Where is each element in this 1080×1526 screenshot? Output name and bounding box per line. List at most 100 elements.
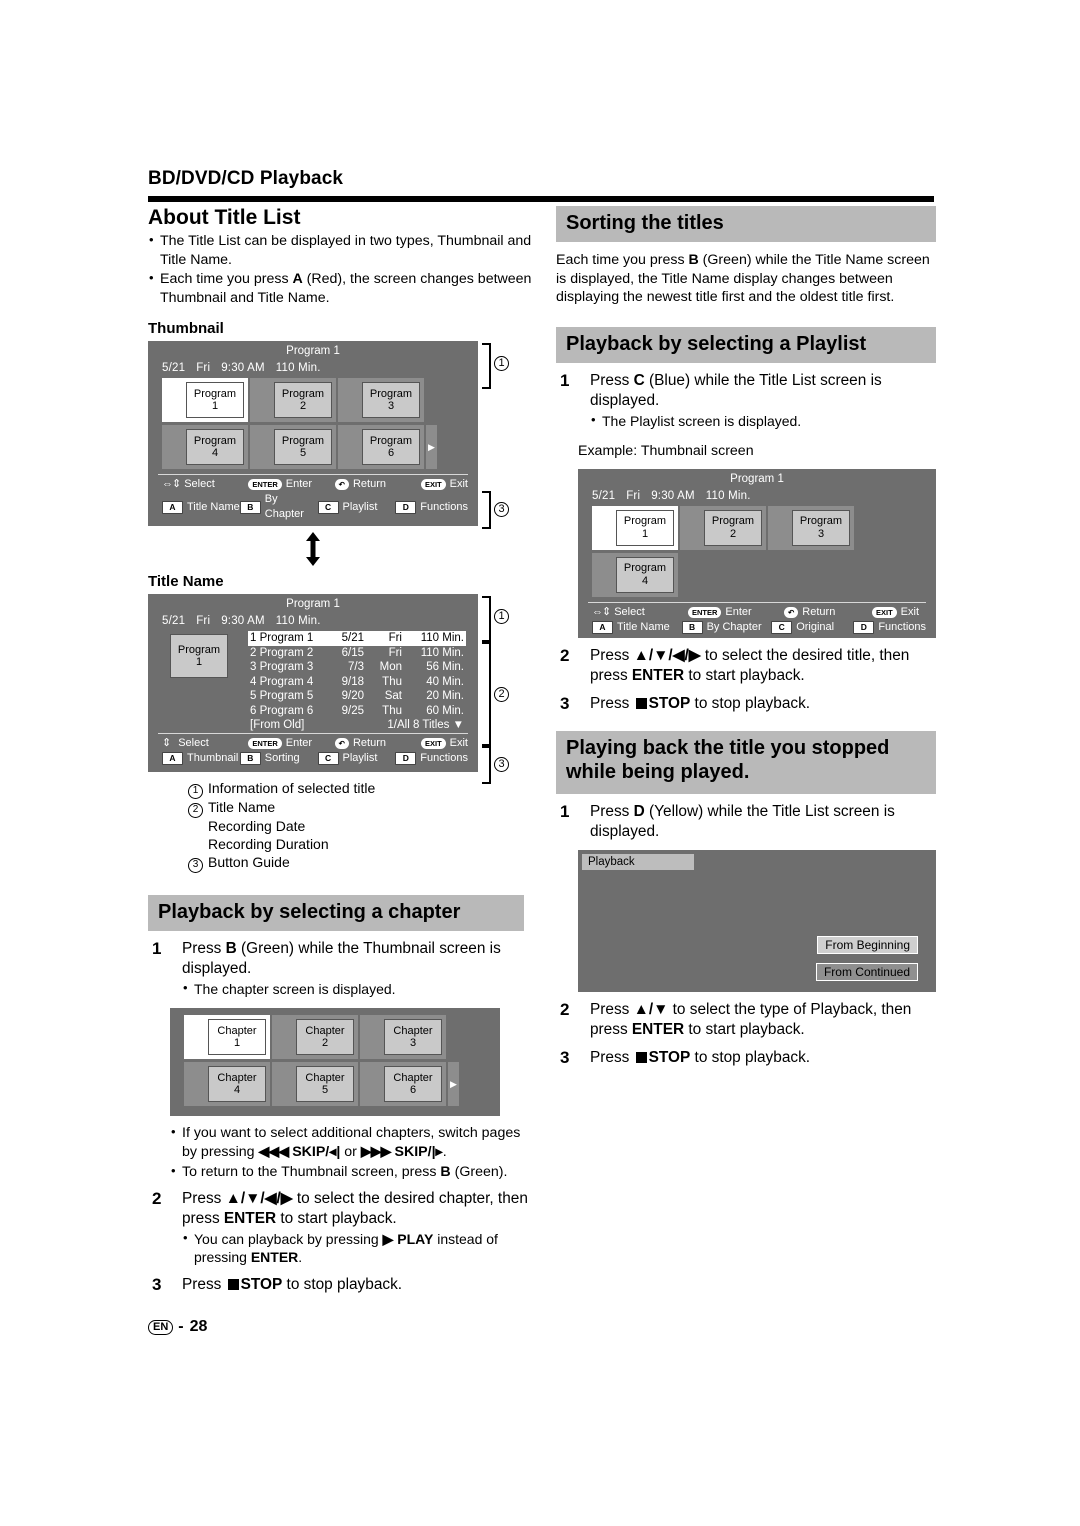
guide-a: A Thumbnail xyxy=(162,751,240,766)
chapter-cell[interactable]: Chapter 2 xyxy=(272,1015,358,1060)
cell-day: Mon xyxy=(379,661,402,674)
chapter-line2: 5 xyxy=(321,1084,329,1097)
thumbnail-cell[interactable]: Program 4 xyxy=(162,425,248,470)
guide-row: ⇔⇕ Select ENTER Enter ↶ Return EXIT Exit xyxy=(592,605,926,620)
section-bar-sorting: Sorting the titles xyxy=(556,206,936,242)
cell-duration: 60 Min. xyxy=(426,704,464,717)
chapter-line1: Chapter xyxy=(393,1025,433,1038)
from-continued-button[interactable]: From Continued xyxy=(815,962,918,981)
legend-text: Button Guide xyxy=(208,853,290,870)
thumb-line1: Program xyxy=(369,435,413,448)
table-row[interactable]: 1 Program 1 5/21 Fri 110 Min. xyxy=(248,630,466,646)
chapter-line2: 4 xyxy=(233,1084,241,1097)
guide-select: ⇔⇕ Select xyxy=(592,605,645,618)
cell-date: 6/15 xyxy=(341,646,364,659)
guide-a: A Title Name xyxy=(592,620,682,635)
thumbnail-cell[interactable]: Program 1 xyxy=(162,378,248,423)
cell-day: Fri xyxy=(388,646,402,659)
section-bar-resume: Playing back the title you stopped while… xyxy=(556,731,936,794)
cell-date: 7/3 xyxy=(348,661,364,674)
chapter-note-bullets: If you want to select additional chapter… xyxy=(170,1123,536,1181)
header-rule xyxy=(148,196,934,202)
button-guide: ⇔⇕ Select ENTER Enter ↶ Return EXIT Exit A Ti… xyxy=(588,601,926,639)
updown-icon: ⇕ xyxy=(162,737,171,750)
screen-info: 5/21 Fri 9:30 AM 110 Min. xyxy=(148,612,478,631)
guide-exit: EXIT Exit xyxy=(420,736,468,751)
guide-select: ⇔⇕ Select xyxy=(162,478,215,491)
thumbnail-grid: Program 1 Program 2 Program 3 Program 4 Prog… xyxy=(148,378,478,472)
guide-select: ⇕ Select xyxy=(162,737,209,750)
d-key-icon: D xyxy=(395,752,417,766)
return-key-icon: ↶ xyxy=(334,738,349,750)
marker-3: 3 xyxy=(494,499,509,518)
thumb-line2: 2 xyxy=(299,400,307,413)
info-date: 5/21 xyxy=(162,362,186,375)
playlist-cell[interactable]: Program 4 xyxy=(592,552,678,597)
table-row[interactable]: 3 Program 3 7/3 Mon 56 Min. xyxy=(248,660,466,675)
guide-row: A Title Name B By Chapter C Playlist D Funct… xyxy=(162,492,468,522)
playlist-cell[interactable]: Program 1 xyxy=(592,505,678,550)
playlist-cell[interactable]: Program 3 xyxy=(768,505,854,550)
guide-b: B By Chapter xyxy=(681,620,772,635)
stop-icon xyxy=(635,1051,647,1063)
step-2: 2 Press ▲/▼/◀/▶ to select the desired ti… xyxy=(560,646,910,685)
cell-date: 9/20 xyxy=(341,690,364,703)
thumb-line1: Program xyxy=(193,435,237,448)
step-1: 1 Press D (Yellow) while the Title List … xyxy=(560,801,895,840)
chapter-cell[interactable]: Chapter 1 xyxy=(184,1015,270,1060)
guide-row: A Thumbnail B Sorting C Playlist D Functions xyxy=(162,751,468,766)
enter-key-icon: ENTER xyxy=(688,606,722,618)
table-row[interactable]: 2 Program 2 6/15 Fri 110 Min. xyxy=(248,646,466,661)
d-key-icon: D xyxy=(395,500,417,514)
chapter-box: Chapter 2 xyxy=(296,1019,354,1056)
chapter-cell[interactable]: Chapter 5 xyxy=(272,1062,358,1107)
guide-enter: ENTER Enter xyxy=(248,477,334,492)
playlist-cell[interactable]: Program 2 xyxy=(680,505,766,550)
next-page-arrow-icon[interactable]: ▶ xyxy=(426,425,437,470)
thumb-line1: Program xyxy=(193,388,237,401)
title-name-thumbnail: Program 1 xyxy=(170,633,228,678)
chapter-line1: Chapter xyxy=(217,1072,257,1085)
thumb-line1: Program xyxy=(281,388,325,401)
guide-d: D Functions xyxy=(853,620,926,635)
thumbnail-cell[interactable]: Program 2 xyxy=(250,378,336,423)
manual-page: BD/DVD/CD Playback About Title List The … xyxy=(0,0,1080,1526)
list-item: The Title List can be displayed in two t… xyxy=(148,231,536,269)
screen-title: Program 1 xyxy=(730,472,784,485)
chevron-down-icon[interactable]: ▼ xyxy=(453,719,464,731)
chapter-cell[interactable]: Chapter 6 xyxy=(360,1062,446,1107)
cell-date: 9/18 xyxy=(341,675,364,688)
language-badge: EN xyxy=(148,1319,174,1335)
return-key-icon: ↶ xyxy=(784,606,799,618)
cell-day: Fri xyxy=(366,630,404,646)
screen-info: 5/21 Fri 9:30 AM 110 Min. xyxy=(578,487,936,506)
enter-key-icon: ENTER xyxy=(248,479,282,491)
marker-1: 1 xyxy=(494,353,509,372)
from-beginning-button[interactable]: From Beginning xyxy=(817,935,918,954)
thumbnail-cell[interactable]: Program 3 xyxy=(338,378,424,423)
chapter-cell[interactable]: Chapter 3 xyxy=(360,1015,446,1060)
thumb-line1: Program xyxy=(711,515,755,528)
thumb-line2: 1 xyxy=(211,400,219,413)
guide-exit: EXIT Exit xyxy=(420,477,468,492)
thumb-line2: 3 xyxy=(387,400,395,413)
thumb-line2: 4 xyxy=(641,574,649,587)
cell-name: 3 Program 3 xyxy=(250,661,314,674)
thumb-line1: Program xyxy=(369,388,413,401)
table-row[interactable]: 6 Program 6 9/25 Thu 60 Min. xyxy=(248,704,466,719)
list-item: You can playback by pressing ▶ PLAY inst… xyxy=(182,1229,536,1267)
table-row[interactable]: 5 Program 5 9/20 Sat 20 Min. xyxy=(248,689,466,704)
thumb-line1: Program xyxy=(281,435,325,448)
chapter-line1: Chapter xyxy=(393,1072,433,1085)
section-bar-playlist: Playback by selecting a Playlist xyxy=(556,326,936,363)
thumbnail-cell[interactable]: Program 5 xyxy=(250,425,336,470)
bracket xyxy=(482,343,491,390)
thumbnail-cell[interactable]: Program 6 xyxy=(338,425,424,470)
cell-day: Sat xyxy=(384,690,402,703)
a-key-icon: A xyxy=(592,620,613,634)
chapter-line2: 6 xyxy=(409,1084,417,1097)
b-key-icon: B xyxy=(239,752,261,766)
chapter-cell[interactable]: Chapter 4 xyxy=(184,1062,270,1107)
table-row[interactable]: 4 Program 4 9/18 Thu 40 Min. xyxy=(248,675,466,690)
next-page-arrow-icon[interactable]: ▶ xyxy=(448,1062,459,1107)
